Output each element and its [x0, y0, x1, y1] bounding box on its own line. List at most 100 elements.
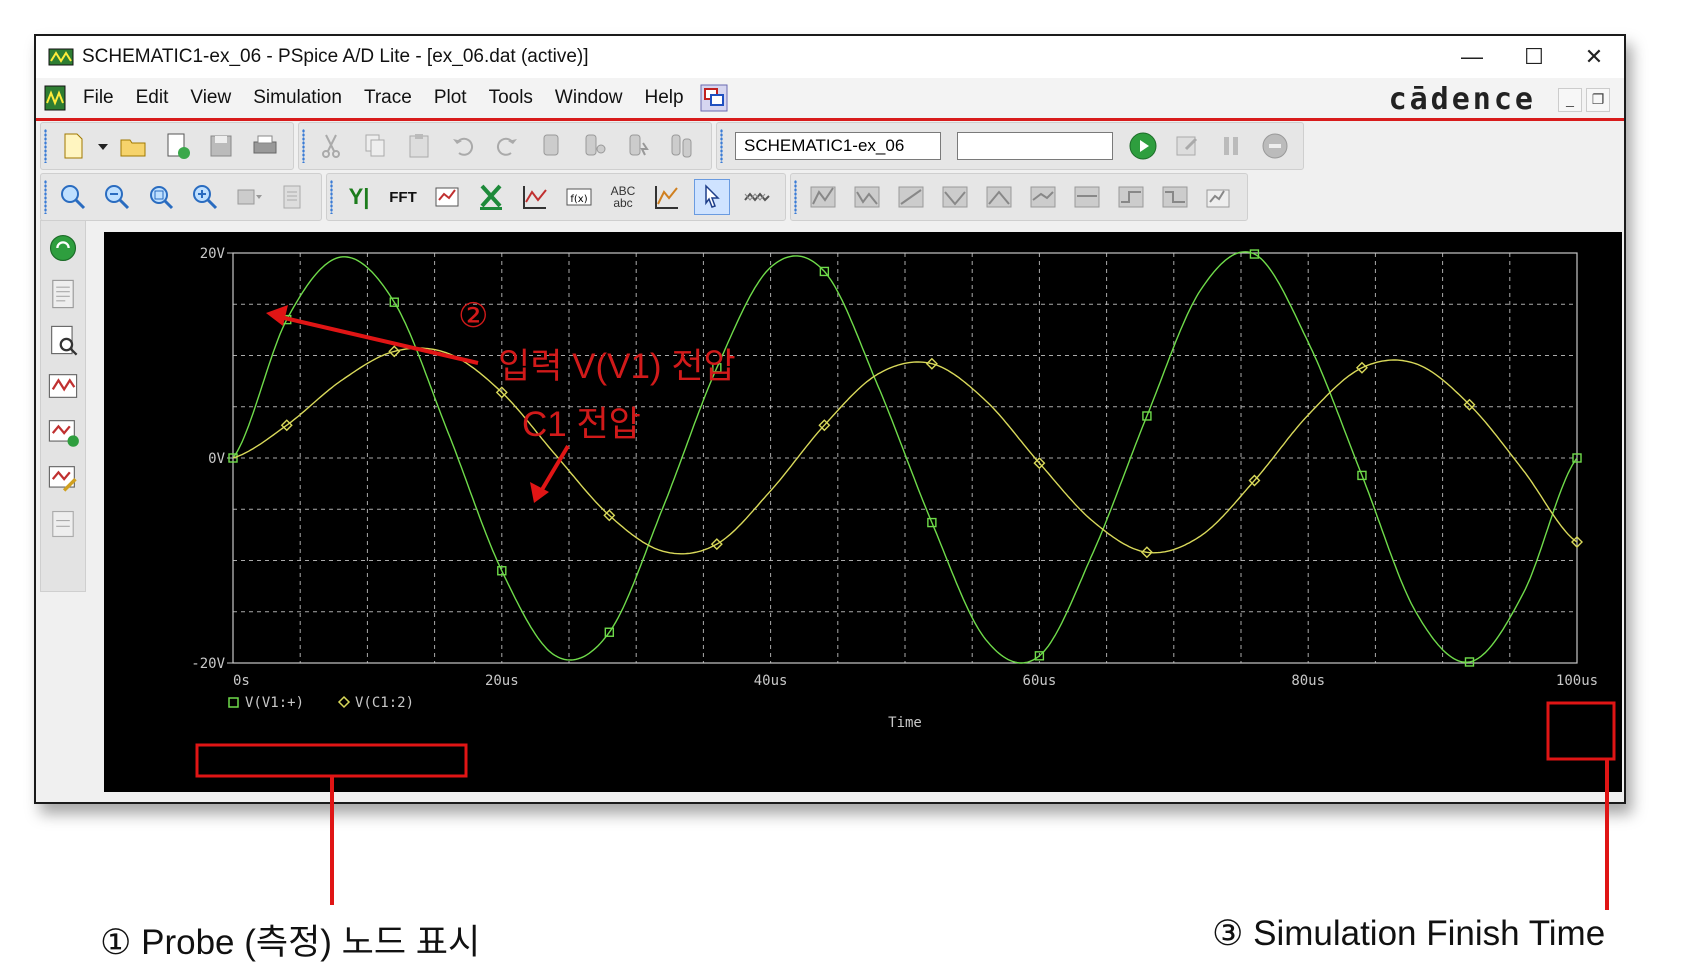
run-play-icon[interactable]: [1126, 129, 1160, 163]
edit-toolbar: [298, 122, 712, 170]
zoom-in-icon[interactable]: [56, 180, 90, 214]
add-trace-icon[interactable]: [518, 180, 552, 214]
save-icon[interactable]: [204, 129, 238, 163]
peak-icon[interactable]: [806, 180, 840, 214]
search-next-icon[interactable]: [1070, 180, 1104, 214]
window-title: SCHEMATIC1-ex_06 - PSpice A/D Lite - [ex…: [82, 46, 589, 67]
undo-icon[interactable]: [446, 129, 480, 163]
zoom-area-icon[interactable]: [144, 180, 178, 214]
marker-diff-icon[interactable]: [666, 129, 700, 163]
menu-trace[interactable]: Trace: [353, 87, 423, 109]
trace-toolbar: Y| FFT f(x) ABC abc: [326, 173, 786, 221]
close-button[interactable]: ✕: [1564, 36, 1624, 78]
point-icon[interactable]: [1026, 180, 1060, 214]
toolbar-row-1: SCHEMATIC1-ex_06: [40, 122, 1308, 170]
cursor-settings-icon[interactable]: [1202, 180, 1236, 214]
menu-view[interactable]: View: [179, 87, 242, 109]
pspice-window: SCHEMATIC1-ex_06 - PSpice A/D Lite - [ex…: [34, 34, 1626, 804]
menu-bar: File Edit View Simulation Trace Plot Too…: [36, 78, 1624, 121]
max-icon[interactable]: [982, 180, 1016, 214]
cadence-logo: cādence: [1388, 82, 1536, 117]
simulation-status-icon[interactable]: [46, 231, 80, 265]
zoom-toolbar: [40, 173, 322, 221]
input-voltage-label: 입력 V(V1) 전압: [498, 347, 736, 386]
menu-window[interactable]: Window: [544, 87, 634, 109]
x-axis-title: Time: [888, 715, 922, 731]
excel-export-icon[interactable]: [474, 180, 508, 214]
run-plot-icon[interactable]: [46, 415, 80, 449]
y-tick-label: 0V: [208, 451, 225, 467]
cursor-toolbar: [790, 173, 1248, 221]
simulation-toolbar: SCHEMATIC1-ex_06: [716, 122, 1304, 170]
axis-settings-icon[interactable]: [232, 180, 266, 214]
output-file-icon[interactable]: [46, 277, 80, 311]
print-icon[interactable]: [248, 129, 282, 163]
menu-file[interactable]: File: [72, 87, 125, 109]
menu-tools[interactable]: Tools: [478, 87, 544, 109]
zoom-fit-icon[interactable]: [188, 180, 222, 214]
maximize-button[interactable]: ☐: [1504, 36, 1564, 78]
eval-measure-icon[interactable]: f(x): [562, 180, 596, 214]
tile-windows-icon[interactable]: [699, 83, 729, 113]
text-label-lower: abc: [613, 196, 633, 210]
add-plot-icon[interactable]: [430, 180, 464, 214]
dropdown-arrow-icon[interactable]: [95, 129, 111, 163]
new-file-icon[interactable]: [56, 129, 90, 163]
x-tick-label: 100us: [1556, 673, 1598, 689]
mark-data-points-icon[interactable]: [740, 180, 774, 214]
profile-combo[interactable]: SCHEMATIC1-ex_06: [735, 132, 941, 160]
menu-help[interactable]: Help: [634, 87, 695, 109]
c1-voltage-label: C1 전압: [522, 405, 641, 444]
min-icon[interactable]: [938, 180, 972, 214]
waveform-plot[interactable]: 20V 0V -20V 0s 20us 40us 60us 80us 100us Time V(V1…: [104, 232, 1622, 792]
edit-plot-icon[interactable]: [46, 461, 80, 495]
menu-edit[interactable]: Edit: [125, 87, 180, 109]
menu-simulation[interactable]: Simulation: [242, 87, 353, 109]
copy-plot-icon[interactable]: [276, 180, 310, 214]
pause-icon[interactable]: [1214, 129, 1248, 163]
edit-profile-icon[interactable]: [1170, 129, 1204, 163]
svg-text:f(x): f(x): [570, 194, 587, 205]
add-y-axis-button[interactable]: Y|: [342, 180, 376, 214]
copy-icon[interactable]: [358, 129, 392, 163]
plot-window-icon[interactable]: [46, 369, 80, 403]
minimize-button[interactable]: —: [1442, 36, 1502, 78]
probe-node-note: ① Probe (측정) 노드 표시: [100, 923, 481, 962]
next-transition-icon[interactable]: [1114, 180, 1148, 214]
measurements-icon[interactable]: [46, 507, 80, 541]
probe-plot-window[interactable]: 20V 0V -20V 0s 20us 40us 60us 80us 100us Time V(V1…: [104, 232, 1622, 792]
series-line-v1: [232, 251, 1578, 664]
marker-current-icon[interactable]: [578, 129, 612, 163]
fft-button[interactable]: FFT: [386, 180, 420, 214]
pspice-app-icon: [48, 48, 74, 66]
paste-icon[interactable]: [402, 129, 436, 163]
legend-label: V(V1:+): [245, 695, 304, 711]
stop-icon[interactable]: [1258, 129, 1292, 163]
view-output-icon[interactable]: [46, 323, 80, 357]
text-label-button[interactable]: ABC abc: [606, 180, 640, 214]
x-tick-label: 80us: [1291, 673, 1325, 689]
x-tick-label: 60us: [1023, 673, 1057, 689]
mdi-restore-button[interactable]: ❐: [1586, 88, 1610, 112]
menu-plot[interactable]: Plot: [423, 87, 478, 109]
trough-icon[interactable]: [850, 180, 884, 214]
redo-icon[interactable]: [490, 129, 524, 163]
slope-icon[interactable]: [894, 180, 928, 214]
y-tick-label: 20V: [200, 246, 226, 262]
marker-voltage-icon[interactable]: [534, 129, 568, 163]
legend-label: V(C1:2): [355, 695, 414, 711]
prev-transition-icon[interactable]: [1158, 180, 1192, 214]
marker-power-icon[interactable]: [622, 129, 656, 163]
document-icon[interactable]: [44, 85, 66, 111]
select-pointer-icon[interactable]: [694, 179, 730, 215]
open-folder-icon[interactable]: [116, 129, 150, 163]
zoom-out-icon[interactable]: [100, 180, 134, 214]
open-simulation-icon[interactable]: [160, 129, 194, 163]
second-combo[interactable]: [957, 132, 1113, 160]
cut-icon[interactable]: [314, 129, 348, 163]
mdi-minimize-button[interactable]: _: [1558, 88, 1582, 112]
toggle-cursor-icon[interactable]: [650, 180, 684, 214]
legend-marker-c1: [337, 695, 351, 709]
y-tick-label: -20V: [191, 656, 225, 672]
legend-marker-v1: [228, 697, 239, 708]
